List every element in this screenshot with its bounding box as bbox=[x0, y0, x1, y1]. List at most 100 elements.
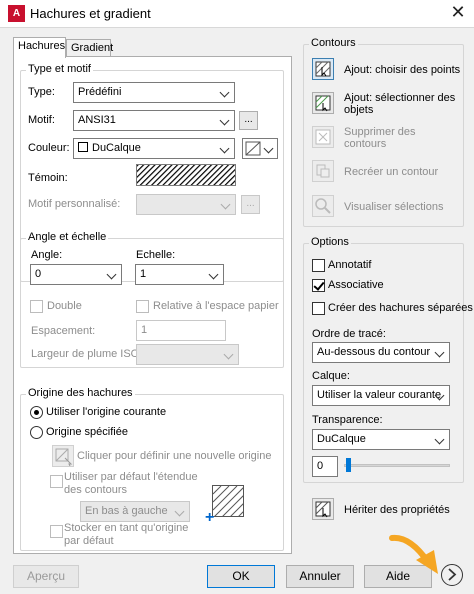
chevron-down-icon bbox=[434, 347, 445, 358]
recreer-contour-button[interactable] bbox=[312, 160, 334, 182]
visualiser-selections-button[interactable] bbox=[312, 195, 334, 217]
transparence-slider-thumb[interactable] bbox=[346, 458, 351, 472]
inherit-properties-icon bbox=[315, 501, 331, 518]
angle-select[interactable]: 0 bbox=[30, 264, 122, 285]
temoin-label: Témoin: bbox=[28, 172, 68, 184]
pick-points-icon bbox=[315, 61, 331, 77]
autocad-logo-icon: A bbox=[8, 5, 25, 22]
origine-specifiee-label: Origine spécifiée bbox=[46, 426, 128, 438]
ordre-trace-label: Ordre de tracé: bbox=[312, 328, 386, 340]
position-origine-select[interactable]: En bas à gauche bbox=[80, 501, 190, 522]
annotatif-checkbox[interactable] bbox=[312, 259, 325, 272]
recreate-boundary-icon bbox=[316, 164, 330, 178]
pick-point-icon bbox=[55, 448, 73, 467]
espacement-label: Espacement: bbox=[31, 325, 96, 337]
cliquer-origine-label: Cliquer pour définir une nouvelle origin… bbox=[77, 450, 272, 462]
chevron-down-icon bbox=[219, 143, 230, 154]
recreer-contour-label: Recréer un contour bbox=[344, 166, 439, 178]
ajout-points-button[interactable] bbox=[312, 58, 334, 80]
no-fill-color-icon bbox=[245, 141, 261, 156]
motif-select[interactable]: ANSI31 bbox=[73, 110, 235, 131]
magnifier-icon bbox=[315, 198, 331, 214]
espacement-input[interactable]: 1 bbox=[136, 320, 226, 341]
chevron-down-icon bbox=[208, 269, 219, 280]
visualiser-selections-label: Visualiser sélections bbox=[344, 201, 444, 213]
motif-label: Motif: bbox=[28, 114, 55, 126]
ok-button[interactable]: OK bbox=[207, 565, 275, 588]
calque-label: Calque: bbox=[312, 370, 350, 382]
tab-hachures[interactable]: Hachures bbox=[13, 37, 66, 58]
echelle-select[interactable]: 1 bbox=[135, 264, 224, 285]
annuler-button[interactable]: Annuler bbox=[286, 565, 354, 588]
hatch-origin-icon bbox=[212, 485, 246, 519]
ansi31-pattern-icon bbox=[137, 165, 235, 185]
transparence-slider-track[interactable] bbox=[344, 464, 450, 467]
chevron-down-icon bbox=[219, 115, 230, 126]
defaut-etendue-checkbox[interactable] bbox=[50, 475, 63, 488]
window-title: Hachures et gradient bbox=[30, 6, 151, 21]
more-options-button[interactable] bbox=[441, 564, 463, 586]
chevron-down-icon bbox=[174, 506, 185, 517]
chevron-down-icon bbox=[223, 349, 234, 360]
type-select[interactable]: Prédéfini bbox=[73, 82, 235, 103]
pattern-preview-swatch[interactable] bbox=[136, 164, 236, 186]
remove-boundary-icon bbox=[315, 129, 331, 145]
origine-legend: Origine des hachures bbox=[26, 387, 135, 399]
transparence-value-input[interactable]: 0 bbox=[312, 456, 338, 477]
close-icon[interactable]: ✕ bbox=[448, 2, 468, 23]
color-swatch-icon bbox=[78, 142, 88, 152]
largeur-plume-label: Largeur de plume ISO: bbox=[31, 348, 143, 360]
chevron-right-icon bbox=[448, 568, 457, 581]
ajout-objets-label[interactable]: Ajout: sélectionner des objets bbox=[344, 92, 455, 116]
chevron-down-icon bbox=[263, 143, 274, 154]
motif-browse-button[interactable]: ... bbox=[239, 111, 258, 130]
transparence-label: Transparence: bbox=[312, 414, 383, 426]
transparence-select[interactable]: DuCalque bbox=[312, 429, 450, 450]
largeur-plume-select[interactable] bbox=[136, 344, 239, 365]
angle-echelle-legend: Angle et échelle bbox=[26, 231, 109, 243]
associative-checkbox[interactable] bbox=[312, 279, 325, 292]
select-objects-icon bbox=[315, 95, 331, 112]
type-label: Type: bbox=[28, 86, 55, 98]
origin-marker-icon: + bbox=[205, 509, 215, 526]
options-legend: Options bbox=[309, 236, 351, 248]
motif-personnalise-browse-button[interactable]: ... bbox=[241, 195, 260, 214]
annotatif-label: Annotatif bbox=[328, 259, 372, 271]
relative-papier-label: Relative à l'espace papier bbox=[153, 300, 279, 312]
stocker-origine-label: Stocker en tant qu'origine par défaut bbox=[64, 522, 189, 547]
origin-preview bbox=[212, 485, 246, 519]
ajout-points-label[interactable]: Ajout: choisir des points bbox=[344, 64, 460, 76]
apercu-button[interactable]: Aperçu bbox=[13, 565, 79, 588]
supprimer-contours-label: Supprimer des contours bbox=[344, 126, 416, 150]
couleur-select[interactable]: DuCalque bbox=[73, 138, 235, 159]
chevron-down-icon bbox=[219, 87, 230, 98]
heriter-proprietes-button[interactable] bbox=[312, 498, 334, 520]
hachures-separees-label: Créer des hachures séparées bbox=[328, 302, 473, 314]
background-color-select[interactable] bbox=[242, 138, 278, 159]
title-bar: A Hachures et gradient ✕ bbox=[0, 0, 474, 28]
calque-select[interactable]: Utiliser la valeur courante bbox=[312, 385, 450, 406]
origine-specifiee-radio[interactable] bbox=[30, 426, 43, 439]
double-checkbox[interactable] bbox=[30, 300, 43, 313]
heriter-proprietes-label[interactable]: Hériter des propriétés bbox=[344, 504, 450, 516]
origine-courante-radio[interactable] bbox=[30, 406, 43, 419]
chevron-down-icon bbox=[220, 199, 231, 210]
stocker-origine-checkbox[interactable] bbox=[50, 525, 63, 538]
ajout-objets-button[interactable] bbox=[312, 92, 334, 114]
orange-arrow-icon bbox=[389, 534, 438, 574]
supprimer-contours-button[interactable] bbox=[312, 126, 334, 148]
click-origin-button[interactable] bbox=[52, 445, 74, 467]
echelle-label: Echelle: bbox=[136, 249, 176, 261]
hachures-panel: Type et motif Type: Prédéfini Motif: ANS… bbox=[13, 56, 292, 554]
relative-papier-checkbox[interactable] bbox=[136, 300, 149, 313]
motif-personnalise-select[interactable] bbox=[136, 194, 236, 215]
hachures-separees-checkbox[interactable] bbox=[312, 302, 325, 315]
defaut-etendue-label: Utiliser par défaut l'étendue des contour… bbox=[64, 471, 198, 496]
double-label: Double bbox=[47, 300, 82, 312]
ordre-trace-select[interactable]: Au-dessous du contour bbox=[312, 342, 450, 363]
couleur-label: Couleur: bbox=[28, 142, 70, 154]
chevron-down-icon bbox=[106, 269, 117, 280]
origine-courante-label: Utiliser l'origine courante bbox=[46, 406, 167, 418]
contours-legend: Contours bbox=[309, 37, 358, 49]
angle-label: Angle: bbox=[31, 249, 63, 261]
